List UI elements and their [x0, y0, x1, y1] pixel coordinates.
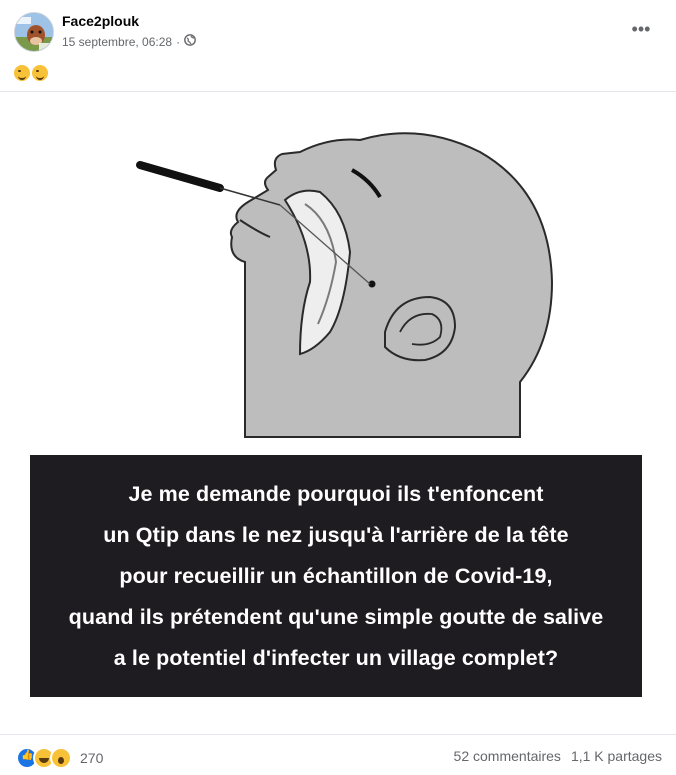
image-text-line: pour recueillir un échantillon de Covid-…	[119, 563, 553, 588]
image-text-box: Je me demande pourquoi ils t'enfoncent u…	[30, 455, 642, 697]
post-stats: 52 commentaires 1,1 K partages	[454, 748, 662, 764]
comments-count[interactable]: 52 commentaires	[454, 748, 561, 764]
shares-count[interactable]: 1,1 K partages	[571, 748, 662, 764]
image-text-line: Je me demande pourquoi ils t'enfoncent	[128, 481, 544, 506]
nasal-swab-illustration	[136, 132, 554, 438]
wink-emoji-icon	[14, 65, 30, 82]
meta-separator: ·	[176, 34, 181, 49]
image-text: Je me demande pourquoi ils t'enfoncent u…	[69, 474, 604, 679]
facebook-post: Face2plouk 15 septembre, 06:28 · ••• Je …	[0, 0, 676, 774]
image-text-line: quand ils prétendent qu'une simple goutt…	[68, 604, 604, 629]
more-options-icon[interactable]: •••	[630, 20, 652, 44]
post-caption	[14, 64, 50, 82]
wow-reaction-icon	[50, 747, 72, 769]
author-avatar[interactable]	[14, 12, 54, 52]
author-name[interactable]: Face2plouk	[62, 13, 139, 29]
post-date[interactable]: 15 septembre, 06:28	[62, 35, 172, 49]
post-meta: 15 septembre, 06:28 ·	[62, 34, 196, 49]
globe-icon	[184, 34, 196, 49]
image-text-line: un Qtip dans le nez jusqu'à l'arrière de…	[103, 522, 569, 547]
post-header: Face2plouk 15 septembre, 06:28 · •••	[14, 12, 662, 54]
image-text-line: a le potentiel d'infecter un village com…	[113, 645, 559, 670]
reactions-summary[interactable]: 270	[16, 747, 103, 769]
post-footer: 270 52 commentaires 1,1 K partages	[0, 734, 676, 775]
reaction-count[interactable]: 270	[80, 750, 103, 766]
wink-emoji-icon	[32, 65, 48, 82]
